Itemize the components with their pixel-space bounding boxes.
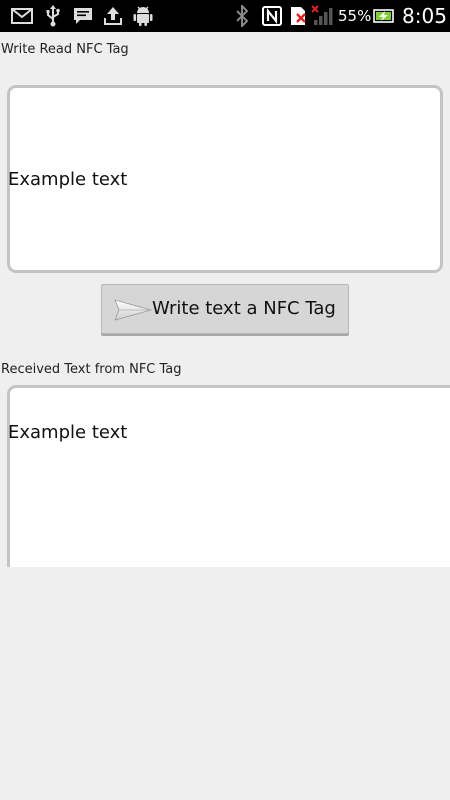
battery-percent: 55% (338, 7, 372, 25)
write-text-field[interactable]: Example text (7, 85, 443, 273)
main-content: Write Read NFC Tag Example text Write te… (0, 32, 450, 800)
clock: 8:05 (402, 4, 447, 28)
android-debug-icon (130, 0, 156, 32)
received-field-viewport: Example text (0, 385, 450, 567)
received-section-label: Received Text from NFC Tag (1, 362, 182, 377)
write-section-label: Write Read NFC Tag (1, 42, 129, 57)
signal-icon (310, 0, 336, 32)
bluetooth-icon (232, 0, 252, 32)
gmail-icon (10, 0, 34, 32)
received-text-value: Example text (8, 421, 128, 443)
write-text-value: Example text (8, 168, 128, 190)
send-icon (114, 299, 153, 321)
write-nfc-button-label: Write text a NFC Tag (152, 298, 336, 319)
nfc-icon (260, 0, 284, 32)
status-bar: 55% 8:05 (0, 0, 450, 32)
write-nfc-button[interactable]: Write text a NFC Tag (101, 284, 349, 334)
battery-charging-icon (372, 0, 396, 32)
sim-error-icon (288, 0, 308, 32)
received-text-field[interactable]: Example text (7, 385, 450, 567)
upload-icon (102, 0, 124, 32)
usb-icon (43, 0, 63, 32)
sms-icon (72, 0, 94, 32)
